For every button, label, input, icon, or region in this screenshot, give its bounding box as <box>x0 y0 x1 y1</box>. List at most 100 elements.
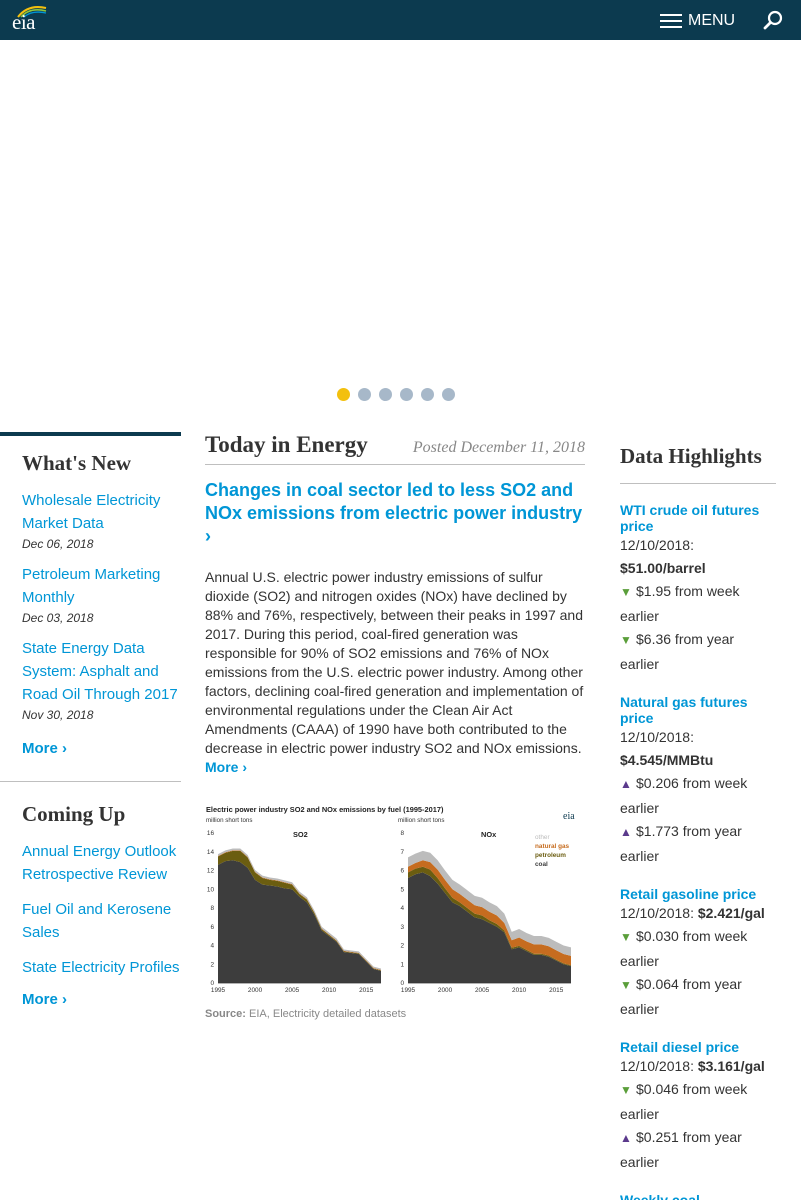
y-tick-label: 4 <box>400 905 404 912</box>
carousel-dot[interactable] <box>400 388 413 401</box>
coming-up-link[interactable]: State Electricity Profiles <box>22 956 181 979</box>
coming-up-link[interactable]: Annual Energy Outlook Retrospective Revi… <box>22 840 181 886</box>
whats-new-more-link[interactable]: More › <box>0 740 181 757</box>
y-tick-label: 8 <box>210 905 214 912</box>
x-tick-label: 2015 <box>549 987 564 994</box>
today-in-energy-title: Today in Energy <box>205 432 368 457</box>
y-axis-label: million short tons <box>398 817 444 824</box>
y-tick-label: 6 <box>400 868 404 875</box>
today-in-energy-section: Today in Energy Posted December 11, 2018… <box>205 432 585 1020</box>
data-highlight-link[interactable]: Weekly coal <box>620 1192 776 1200</box>
area-series-coal <box>218 860 381 983</box>
y-tick-label: 7 <box>400 849 404 856</box>
sidebar-top-rule <box>0 432 181 436</box>
coming-up-title: Coming Up <box>22 802 126 826</box>
menu-button[interactable]: MENU <box>660 10 735 32</box>
change-text: $0.064 from year earlier <box>620 976 742 1017</box>
news-date: Dec 06, 2018 <box>22 537 94 551</box>
x-tick-label: 2005 <box>475 987 490 994</box>
whats-new-link[interactable]: State Energy Data System: Asphalt and Ro… <box>22 637 181 706</box>
x-tick-label: 1995 <box>211 987 226 994</box>
data-highlights-title: Data Highlights <box>620 444 776 484</box>
whats-new-link[interactable]: Wholesale Electricity Market Data <box>22 489 181 535</box>
y-tick-label: 14 <box>207 849 215 856</box>
data-highlight-change: ▼ $0.046 from week earlier <box>620 1078 776 1126</box>
change-text: $0.251 from year earlier <box>620 1129 742 1170</box>
y-tick-label: 2 <box>400 943 404 950</box>
change-text: $6.36 from year earlier <box>620 631 735 672</box>
article-summary: Annual U.S. electric power industry emis… <box>205 568 585 777</box>
data-highlight-date: 12/10/2018: <box>620 905 694 921</box>
data-highlight-change: ▼ $1.95 from week earlier <box>620 580 776 628</box>
chart-logo: eia <box>563 811 575 822</box>
data-highlight-date: 12/10/2018: <box>620 729 694 745</box>
article-more-link[interactable]: More › <box>205 759 247 775</box>
eia-logo[interactable]: eia <box>12 4 52 34</box>
news-date: Nov 30, 2018 <box>22 708 94 722</box>
whats-new-link[interactable]: Petroleum Marketing Monthly <box>22 563 181 609</box>
data-highlight-change: ▲ $1.773 from year earlier <box>620 820 776 868</box>
coming-up-more-link[interactable]: More › <box>0 991 181 1008</box>
panel-label: NOx <box>481 830 497 839</box>
data-highlight-item: Retail gasoline price 12/10/2018: $2.421… <box>620 886 776 1021</box>
hero-carousel <box>0 40 801 420</box>
hamburger-icon <box>660 14 682 28</box>
data-highlight-link[interactable]: Retail diesel price <box>620 1039 776 1055</box>
data-highlight-change: ▼ $0.064 from year earlier <box>620 973 776 1021</box>
data-highlight-change: ▼ $0.030 from week earlier <box>620 925 776 973</box>
list-item: Petroleum Marketing Monthly Dec 03, 2018 <box>0 563 181 625</box>
emissions-chart-svg: Electric power industry SO2 and NOx emis… <box>206 805 575 994</box>
emissions-chart[interactable]: Electric power industry SO2 and NOx emis… <box>205 803 583 1020</box>
data-highlight-item: Retail diesel price 12/10/2018: $3.161/g… <box>620 1039 776 1174</box>
menu-label: MENU <box>688 12 736 29</box>
arrow-down-icon: ▼ <box>620 585 632 599</box>
today-in-energy-header: Today in Energy Posted December 11, 2018 <box>205 432 585 465</box>
x-tick-label: 2005 <box>285 987 300 994</box>
carousel-dot[interactable] <box>442 388 455 401</box>
list-item: State Energy Data System: Asphalt and Ro… <box>0 637 181 722</box>
arrow-up-icon: ▲ <box>620 1131 632 1145</box>
y-axis-label: million short tons <box>206 817 252 824</box>
x-tick-label: 2010 <box>322 987 337 994</box>
coming-up-link[interactable]: Fuel Oil and Kerosene Sales <box>22 898 181 944</box>
area-series-coal <box>408 872 571 983</box>
data-highlight-link[interactable]: Retail gasoline price <box>620 886 776 902</box>
data-highlight-item: WTI crude oil futures price 12/10/2018: … <box>620 502 776 676</box>
arrow-down-icon: ▼ <box>620 930 632 944</box>
data-highlight-link[interactable]: WTI crude oil futures price <box>620 502 776 534</box>
carousel-dot[interactable] <box>337 388 350 401</box>
list-item: Fuel Oil and Kerosene Sales <box>0 898 181 944</box>
chart-source-label: Source: <box>205 1008 246 1020</box>
data-highlight-value-line: 12/10/2018: $3.161/gal <box>620 1055 776 1078</box>
data-highlight-date: 12/10/2018: <box>620 537 694 553</box>
arrow-up-icon: ▲ <box>620 825 632 839</box>
y-tick-label: 4 <box>210 943 214 950</box>
list-item: Wholesale Electricity Market Data Dec 06… <box>0 489 181 551</box>
data-highlight-date: 12/10/2018: <box>620 1058 694 1074</box>
data-highlight-item: Natural gas futures price 12/10/2018: $4… <box>620 694 776 868</box>
y-tick-label: 16 <box>207 830 215 837</box>
list-item: State Electricity Profiles <box>0 956 181 979</box>
whats-new-title: What's New <box>22 451 132 475</box>
legend-entry: petroleum <box>535 852 566 859</box>
carousel-dot[interactable] <box>421 388 434 401</box>
data-highlight-value-line: 12/10/2018: $4.545/MMBtu <box>620 726 776 772</box>
x-tick-label: 2000 <box>438 987 453 994</box>
data-highlight-change: ▲ $0.251 from year earlier <box>620 1126 776 1174</box>
logo-text: eia <box>12 10 35 34</box>
carousel-dot[interactable] <box>379 388 392 401</box>
y-tick-label: 0 <box>210 980 214 987</box>
y-tick-label: 1 <box>400 961 404 968</box>
y-tick-label: 0 <box>400 980 404 987</box>
data-highlight-value-line: 12/10/2018: $2.421/gal <box>620 902 776 925</box>
carousel-dot[interactable] <box>358 388 371 401</box>
change-text: $0.206 from week earlier <box>620 775 748 816</box>
legend-entry: coal <box>535 861 548 868</box>
search-button[interactable] <box>762 10 784 32</box>
panel-label: SO2 <box>293 830 308 839</box>
data-highlight-link[interactable]: Natural gas futures price <box>620 694 776 726</box>
legend-entry: natural gas <box>535 843 570 850</box>
arrow-up-icon: ▲ <box>620 777 632 791</box>
article-headline-link[interactable]: Changes in coal sector led to less SO2 a… <box>205 479 585 548</box>
data-highlight-value: $4.545/MMBtu <box>620 752 714 768</box>
